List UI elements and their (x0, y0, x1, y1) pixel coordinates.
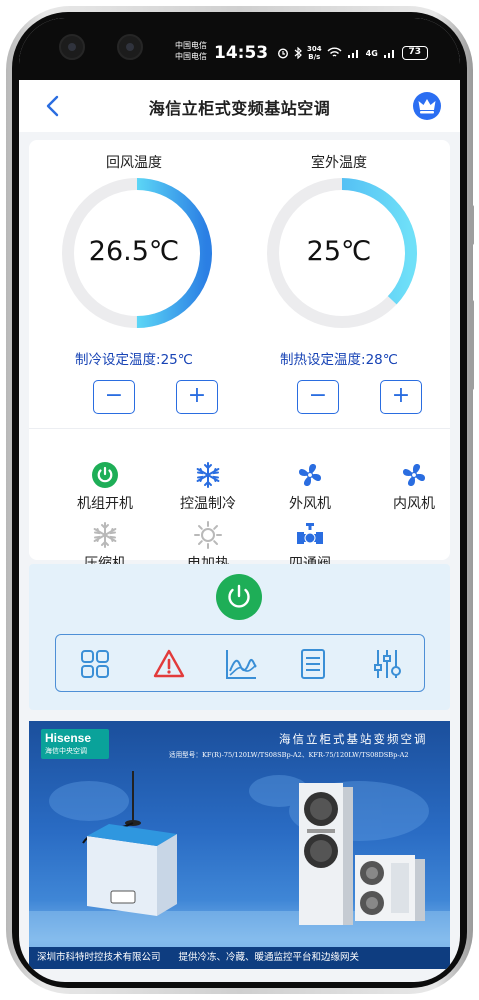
vip-crown-button[interactable] (413, 92, 441, 120)
function-toolbar (55, 634, 425, 692)
net-speed: 304 B/s (307, 45, 322, 61)
power-icon (228, 584, 250, 608)
banner-models: 适用型号：KF(R)-75/120LW/TS08SBp-A2、KFR-75/12… (169, 751, 409, 759)
phone-side-button (470, 300, 474, 390)
banner-title: 海信立柜式基站变频空调 (279, 732, 428, 746)
fan-icon (299, 464, 321, 486)
crown-icon (418, 99, 436, 114)
heating-minus-button[interactable]: − (297, 380, 339, 414)
brand-logo: Hisense 海信中央空调 (41, 729, 109, 759)
phone-screen: 中国电信 中国电信 14:53 304 B/s 4G 73 海信立柜式变频基站空… (19, 18, 460, 982)
status-grid: 机组开机 控温制冷 外风机 内风机 (29, 440, 450, 572)
alarm-icon (277, 48, 289, 59)
status-label: 内风机 (393, 496, 435, 512)
status-label: 机组开机 (77, 496, 133, 512)
valve-icon (297, 523, 323, 544)
banner-slogan: 提供冷冻、冷藏、暖通监控平台和边缘网关 (178, 952, 360, 963)
page-title: 海信立柜式变频基站空调 (148, 99, 331, 118)
power-button[interactable] (216, 574, 262, 620)
trend-chart-icon[interactable] (224, 647, 258, 681)
carrier-2: 中国电信 (175, 52, 207, 61)
status-icons: 304 B/s 4G 73 (277, 45, 428, 61)
wifi-icon (327, 47, 342, 57)
app-bar: 海信立柜式变频基站空调 (19, 80, 460, 132)
control-panel (29, 564, 450, 710)
gauge-label: 回风温度 (106, 155, 162, 171)
status-time: 14:53 (214, 43, 269, 63)
alarm-warning-icon[interactable] (152, 647, 186, 681)
bluetooth-icon (294, 47, 302, 59)
settings-sliders-icon[interactable] (370, 647, 404, 681)
carrier-label: 中国电信 中国电信 (175, 40, 207, 62)
log-list-icon[interactable] (296, 647, 330, 681)
snowflake-icon (93, 522, 117, 548)
status-outdoor-fan: 外风机 (258, 460, 362, 513)
cooling-setpoint: 制冷设定温度:25℃ (75, 352, 193, 368)
signal-icon (347, 50, 358, 58)
carrier-1: 中国电信 (175, 41, 207, 50)
cooling-minus-button[interactable]: − (93, 380, 135, 414)
front-camera-icon (59, 34, 85, 60)
network-type: 4G (365, 48, 378, 58)
divider (29, 428, 450, 429)
snowflake-icon (196, 462, 220, 488)
heating-setpoint: 制热设定温度:28℃ (280, 352, 398, 368)
indoor-unit-image (299, 783, 353, 925)
status-cooling: 控温制冷 (156, 460, 260, 513)
gateway-device-image (87, 824, 177, 916)
heating-plus-button[interactable]: + (380, 380, 422, 414)
temperature-card: 回风温度 26.5℃ 制冷设定温度:25℃ − + 室外温度 25℃ 制热设定温… (29, 140, 450, 572)
signal-icon (383, 50, 394, 58)
sun-icon (194, 521, 222, 549)
gauge-value: 25℃ (306, 236, 372, 267)
cooling-plus-button[interactable]: + (176, 380, 218, 414)
return-air-gauge: 回风温度 26.5℃ 制冷设定温度:25℃ − + (29, 140, 239, 440)
phone-side-button (470, 205, 474, 245)
product-banner[interactable]: Hisense 海信中央空调 海信立柜式基站变频空调 适用型号：KF(R)-75… (29, 721, 450, 969)
gauge-value: 26.5℃ (88, 236, 180, 267)
banner-company: 深圳市科特时控技术有限公司 (37, 952, 161, 963)
outdoor-gauge: 室外温度 25℃ 制热设定温度:28℃ − + (234, 140, 444, 440)
banner-footer: 深圳市科特时控技术有限公司 提供冷冻、冷藏、暖通监控平台和边缘网关 (29, 947, 450, 969)
status-label: 控温制冷 (180, 496, 236, 512)
grid-menu-icon[interactable] (78, 647, 112, 681)
power-on-icon (92, 462, 118, 488)
gauge-label: 室外温度 (311, 155, 367, 171)
front-camera-icon (117, 34, 143, 60)
status-unit-on: 机组开机 (53, 460, 157, 513)
battery-indicator: 73 (401, 46, 428, 60)
outdoor-unit-image (355, 855, 425, 921)
status-bar: 中国电信 中国电信 14:53 304 B/s 4G 73 (19, 18, 460, 80)
fan-icon (403, 464, 425, 486)
status-indoor-fan: 内风机 (362, 460, 460, 513)
status-label: 外风机 (289, 496, 331, 512)
